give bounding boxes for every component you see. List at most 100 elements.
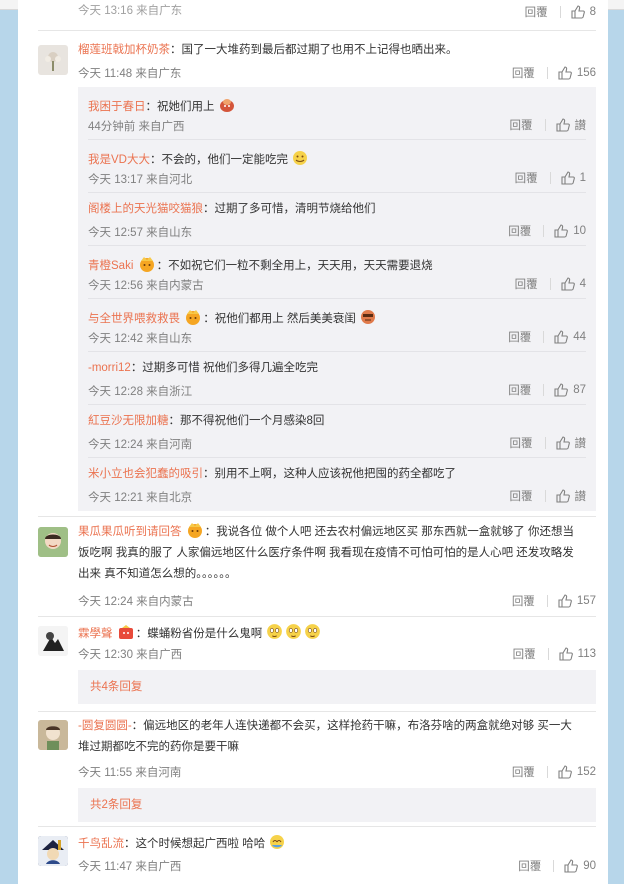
comment-item: 千鸟乱流：这个时候想起广西啦 哈哈 今天 11:47 来自广西 回覆 90: [18, 830, 608, 884]
divider: [544, 437, 546, 449]
reply-meta: 今天 13:17 来自河北: [88, 174, 193, 186]
like-button[interactable]: 87: [554, 383, 586, 397]
avatar[interactable]: [38, 45, 68, 75]
like-count: 156: [576, 67, 596, 79]
like-button[interactable]: 8: [571, 5, 596, 19]
username-link[interactable]: 紅豆沙无限加糖: [88, 415, 169, 427]
like-button[interactable]: 152: [558, 765, 596, 779]
like-button[interactable]: 156: [558, 66, 596, 80]
comment-actions: 回覆 157: [512, 593, 596, 609]
reply-button[interactable]: 回覆: [510, 435, 533, 451]
comment-text: -圆复圆圆-：偏远地区的老年人连快递都不会买，这样抢药干嘛，布洛芬啥的两盒就绝对…: [78, 716, 596, 758]
reply-text: -morri12：过期多可惜 祝他们多得几遍全吃完: [88, 361, 318, 375]
reply-actions: 回覆 讃: [510, 488, 587, 504]
reply-button[interactable]: 回覆: [515, 170, 538, 186]
reply-item: 我是VD大大：不会的，他们一定能吃完 今天 13:17 来自河北 回覆 1: [78, 140, 596, 193]
comment-meta: 今天 11:55 来自河南: [78, 767, 182, 779]
comment-meta: 今天 12:24 来自内蒙古: [78, 596, 194, 608]
like-button[interactable]: 157: [558, 594, 596, 608]
like-button[interactable]: 10: [554, 224, 586, 238]
reply-button[interactable]: 回覆: [512, 764, 535, 780]
username-link[interactable]: -morri12: [88, 362, 131, 374]
username-link[interactable]: 果瓜果瓜听到请回答: [78, 526, 182, 538]
comment-item: 果瓜果瓜听到请回答 ：我说各位 做个人吧 还去农村偏远地区买 那东西就一盒就够了…: [18, 521, 608, 613]
comment-body: ：国了一大堆药到最后都过期了也用不上记得也晒出来。: [170, 44, 458, 56]
divider: [546, 595, 548, 607]
comment-body-line: 出来 真不知道怎么想的。。。。。。: [78, 568, 237, 580]
reply-text: 与全世界喂救救畏 ：祝他们都用上 然后美美衰闺: [88, 308, 377, 326]
reply-button[interactable]: 回覆: [512, 593, 535, 609]
username-link[interactable]: 米小立也会犯蠢的吸引: [88, 468, 203, 480]
like-count: 讃: [574, 438, 587, 450]
reply-item: -morri12：过期多可惜 祝他们多得几遍全吃完 今天 12:28 来自浙江 …: [78, 352, 596, 405]
comment-body: ：蝶蛹粉省份是什么鬼啊: [135, 628, 263, 640]
reply-button[interactable]: 回覆: [518, 858, 541, 874]
username-link[interactable]: 霖學聲: [78, 628, 113, 640]
comment-body: ：这个时候想起广西啦 哈哈: [124, 838, 266, 850]
avatar[interactable]: [38, 836, 68, 866]
reply-meta: 今天 12:24 来自河南: [88, 439, 193, 451]
like-button[interactable]: 讃: [555, 488, 587, 504]
username-link[interactable]: 青橙Saki: [88, 260, 133, 272]
comment-text: 榴莲班戟加杯奶茶：国了一大堆药到最后都过期了也用不上记得也晒出来。: [78, 40, 596, 61]
reply-button[interactable]: 回覆: [515, 276, 538, 292]
divider: [543, 384, 545, 396]
like-button[interactable]: 讃: [555, 117, 586, 133]
comment-actions: 回覆 152: [512, 764, 596, 780]
more-replies-link[interactable]: 共4条回复: [78, 670, 596, 704]
comment-actions: 回覆 156: [512, 65, 596, 81]
divider: [549, 172, 551, 184]
username-link[interactable]: 我是VD大大: [88, 154, 150, 166]
reply-actions: 回覆 4: [515, 276, 586, 292]
comment-body-line: 堆过期都吃不完的药你是要干嘛: [78, 741, 239, 753]
avatar[interactable]: [38, 626, 68, 656]
divider: [38, 711, 596, 712]
username-link[interactable]: 与全世界喂救救畏: [88, 313, 180, 325]
username-link[interactable]: 榴莲班戟加杯奶茶: [78, 44, 170, 56]
badge-icon: [118, 625, 133, 639]
reply-meta: 44分钟前 来自广西: [88, 121, 185, 133]
emoji-icon: [361, 310, 376, 324]
like-button[interactable]: 讃: [555, 435, 587, 451]
badge-icon: [139, 257, 154, 272]
like-button[interactable]: 113: [559, 647, 596, 661]
reply-actions: 回覆 讃: [510, 117, 586, 133]
comment-actions: 回覆 113: [513, 646, 596, 662]
like-count: 讃: [574, 491, 587, 503]
reply-meta: 今天 12:21 来自北京: [88, 492, 193, 504]
username-link[interactable]: 千鸟乱流: [78, 838, 124, 850]
divider: [38, 516, 596, 517]
reply-button[interactable]: 回覆: [510, 488, 533, 504]
avatar[interactable]: [38, 527, 68, 557]
reply-button[interactable]: 回覆: [508, 223, 531, 239]
username-link[interactable]: -圆复圆圆-: [78, 720, 132, 732]
divider: [559, 6, 561, 18]
like-count: 10: [573, 225, 586, 237]
reply-item: 与全世界喂救救畏 ：祝他们都用上 然后美美衰闺 今天 12:42 来自山东 回覆…: [78, 299, 596, 352]
like-button[interactable]: 44: [554, 330, 586, 344]
comment-body-line: ：我说各位 做个人吧 还去农村偏远地区买 那东西就一盒就够了 你还想当: [204, 526, 574, 538]
more-replies-link[interactable]: 共2条回复: [78, 788, 596, 822]
reply-button[interactable]: 回覆: [508, 382, 531, 398]
avatar[interactable]: [38, 720, 68, 750]
username-link[interactable]: 阁楼上的天光猫咬猫狼: [88, 203, 203, 215]
emoji-icon: [270, 835, 285, 849]
reply-button[interactable]: 回覆: [525, 4, 548, 20]
like-button[interactable]: 90: [564, 859, 596, 873]
reply-button[interactable]: 回覆: [513, 646, 536, 662]
reply-button[interactable]: 回覆: [510, 117, 533, 133]
comment-item: 榴莲班戟加杯奶茶：国了一大堆药到最后都过期了也用不上记得也晒出来。 今天 11:…: [18, 40, 608, 511]
like-button[interactable]: 1: [561, 171, 586, 185]
divider: [543, 331, 545, 343]
reply-button[interactable]: 回覆: [512, 65, 535, 81]
like-count: 8: [589, 6, 596, 18]
like-count: 90: [583, 860, 596, 872]
reply-item: 我困于春日：祝她们用上 44分钟前 来自广西 回覆 讃: [78, 87, 596, 140]
thumbs-up-icon: [559, 647, 573, 661]
username-link[interactable]: 我困于春日: [88, 101, 146, 113]
reply-button[interactable]: 回覆: [508, 329, 531, 345]
thumbs-up-icon: [554, 383, 569, 397]
like-button[interactable]: 4: [561, 277, 586, 291]
reply-list: 我困于春日：祝她们用上 44分钟前 来自广西 回覆 讃 我是VD大大：不会的，他…: [78, 87, 596, 511]
comment-meta: 今天 13:16 来自广东: [78, 5, 183, 17]
